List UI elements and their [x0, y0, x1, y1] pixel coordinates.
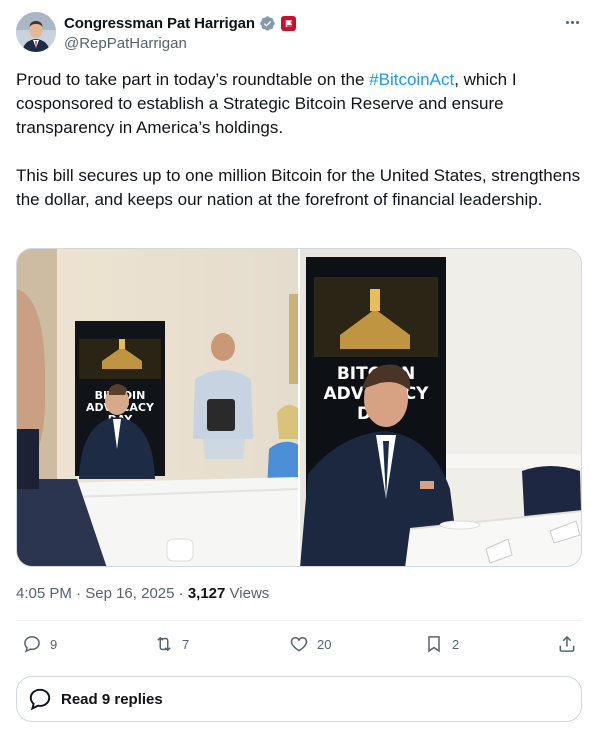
- author-display-name[interactable]: Congressman Pat Harrigan: [64, 15, 255, 32]
- heart-icon: [290, 636, 308, 652]
- reply-bubble-icon: [29, 688, 51, 711]
- views-label: Views: [229, 585, 270, 602]
- tweet-media: BITCOIN ADVOCACY DAY: [16, 248, 582, 567]
- photo-roundtable-left[interactable]: BITCOIN ADVOCACY DAY: [17, 249, 298, 566]
- author-handle[interactable]: @RepPatHarrigan: [64, 35, 296, 52]
- tweet-text: Proud to take part in today’s roundtable…: [16, 68, 582, 212]
- views-count: 3,127: [187, 585, 226, 602]
- verified-check-icon[interactable]: [259, 15, 276, 32]
- tweet-meta: 4:05 PM · Sep 16, 2025 · 3,127 Views: [16, 585, 270, 602]
- reply-count: 9: [50, 636, 58, 652]
- author-avatar[interactable]: [16, 12, 56, 52]
- photo-roundtable-right[interactable]: BITCOIN ADVOCACY DAY: [300, 249, 581, 566]
- like-count: 20: [317, 636, 332, 652]
- bookmark-count: 2: [452, 636, 460, 652]
- repost-count: 7: [182, 636, 190, 652]
- tweet-paragraph-1: Proud to take part in today’s roundtable…: [16, 70, 517, 137]
- more-options-icon[interactable]: [562, 14, 582, 30]
- action-bar: 9 7 20 2: [16, 624, 582, 666]
- tweet-date[interactable]: Sep 16, 2025: [85, 585, 174, 602]
- tweet-header: Congressman Pat Harrigan @RepPatHarrigan: [16, 12, 582, 54]
- repost-button[interactable]: 7: [154, 634, 189, 654]
- tweet-time[interactable]: 4:05 PM: [16, 585, 72, 602]
- bookmark-button[interactable]: 2: [424, 634, 459, 654]
- hashtag-link[interactable]: #BitcoinAct: [369, 70, 454, 89]
- reply-button[interactable]: 9: [22, 634, 57, 654]
- divider: [16, 620, 582, 621]
- read-replies-button[interactable]: Read 9 replies: [16, 676, 582, 722]
- share-icon: [559, 635, 575, 652]
- tweet-paragraph-2: This bill secures up to one million Bitc…: [16, 166, 581, 209]
- share-button[interactable]: [557, 634, 577, 654]
- read-replies-label: Read 9 replies: [61, 690, 163, 708]
- repost-icon: [157, 636, 171, 652]
- bookmark-icon: [428, 636, 440, 653]
- government-flag-icon: [281, 15, 296, 31]
- reply-icon: [24, 636, 40, 653]
- like-button[interactable]: 20: [289, 634, 331, 654]
